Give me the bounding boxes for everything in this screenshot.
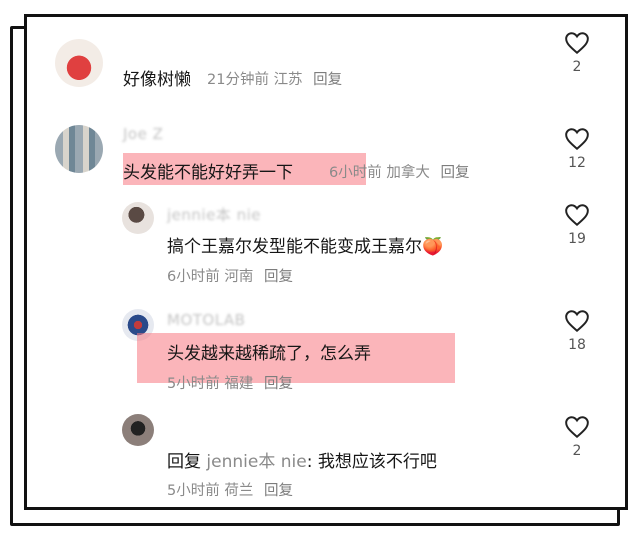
comment-meta: 6小时前 河南 回复 <box>167 265 293 286</box>
like-button[interactable]: 19 <box>562 203 592 247</box>
reply-mention[interactable]: jennie本 nie <box>206 452 306 472</box>
like-count: 2 <box>572 443 582 459</box>
comment-text: 搞个王嘉尔发型能不能变成王嘉尔🍑 <box>167 237 444 257</box>
comment-meta: 5小时前 荷兰 回复 <box>167 479 293 500</box>
heart-icon <box>565 128 589 151</box>
reply-button[interactable]: 回复 <box>264 269 293 285</box>
reply-text: : 我想应该不行吧 <box>306 452 437 472</box>
avatar[interactable] <box>55 39 103 87</box>
comment-time: 21分钟前 <box>207 72 269 88</box>
heart-icon <box>565 310 589 333</box>
heart-icon <box>565 204 589 227</box>
comment-text: 头发越来越稀疏了，怎么弄 <box>167 344 371 364</box>
reply-button[interactable]: 回复 <box>313 72 342 88</box>
comment-text: 好像树懒 <box>123 70 191 90</box>
comment-region: 江苏 <box>273 72 303 88</box>
comment-meta: 21分钟前 江苏 回复 <box>207 68 342 89</box>
comment-time: 5小时前 <box>167 483 220 499</box>
comment-region: 福建 <box>224 376 254 392</box>
comment-author[interactable]: Joe Z <box>123 125 163 143</box>
avatar[interactable] <box>122 414 154 446</box>
like-count: 2 <box>572 59 582 75</box>
comment-region: 加拿大 <box>386 165 430 181</box>
like-button[interactable]: 12 <box>562 127 592 171</box>
comment-author[interactable]: MOTOLAB <box>167 311 245 329</box>
avatar[interactable] <box>122 202 154 234</box>
heart-icon <box>565 32 589 55</box>
comment-text: 回复 jennie本 nie: 我想应该不行吧 <box>167 447 437 472</box>
like-count: 19 <box>568 231 586 247</box>
comment-meta: 5小时前 福建 回复 <box>167 372 293 393</box>
like-button[interactable]: 18 <box>562 309 592 353</box>
comment-time: 6小时前 <box>167 269 220 285</box>
like-button[interactable]: 2 <box>562 415 592 459</box>
like-count: 12 <box>568 155 586 171</box>
reply-prefix: 回复 <box>167 452 201 472</box>
like-count: 18 <box>568 337 586 353</box>
comment-meta: 6小时前 加拿大 回复 <box>329 161 469 182</box>
reply-button[interactable]: 回复 <box>440 165 469 181</box>
comment-region: 荷兰 <box>224 483 254 499</box>
like-button[interactable]: 2 <box>562 31 592 75</box>
comment-panel: 好像树懒 21分钟前 江苏 回复 2 Joe Z 头发能不能好好弄一下 6小时前… <box>24 14 628 510</box>
reply-button[interactable]: 回复 <box>264 376 293 392</box>
reply-button[interactable]: 回复 <box>264 483 293 499</box>
heart-icon <box>565 416 589 439</box>
comment-text: 头发能不能好好弄一下 <box>123 163 293 183</box>
comment-region: 河南 <box>224 269 254 285</box>
avatar[interactable] <box>55 125 103 173</box>
comment-author[interactable]: jennie本 nie <box>167 204 261 225</box>
comment-time: 6小时前 <box>329 165 382 181</box>
comment-time: 5小时前 <box>167 376 220 392</box>
